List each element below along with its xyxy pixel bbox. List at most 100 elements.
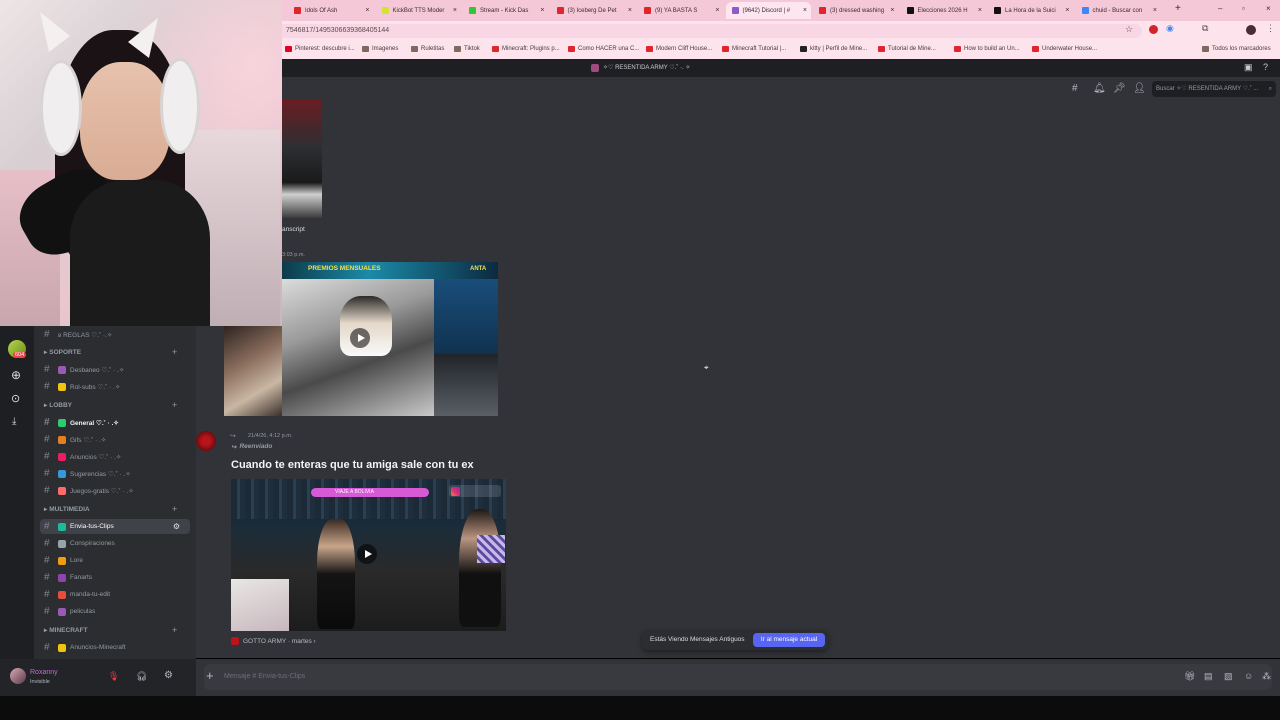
opera-icon[interactable] bbox=[1149, 25, 1158, 34]
bookmark-item[interactable]: kitty | Perfil de Mine... bbox=[800, 46, 867, 52]
inbox-icon[interactable]: ▣ bbox=[1244, 62, 1253, 73]
bookmark-item[interactable]: Minecraft: Plugins p... bbox=[492, 46, 560, 52]
browser-tab[interactable]: La Hora de la Suici × bbox=[988, 2, 1074, 19]
channel-item[interactable]: # Lore bbox=[40, 553, 190, 568]
channel-category[interactable]: ▸ LOBBY + bbox=[44, 400, 177, 410]
thumbnail-image[interactable] bbox=[224, 326, 282, 416]
channel-item[interactable]: # peliculas bbox=[40, 604, 190, 619]
channel-settings-icon[interactable]: ⚙ bbox=[173, 522, 180, 531]
minimize-icon[interactable]: – bbox=[1218, 4, 1222, 13]
channel-item[interactable]: # Rol-subs ♡.˚ · .✧ bbox=[40, 379, 190, 394]
bookmark-item[interactable]: Pinterest: descubre i... bbox=[285, 46, 355, 52]
close-tab-icon[interactable]: × bbox=[540, 7, 544, 14]
message-input[interactable]: + Mensaje # Envia-tus-Clips 🎁︎ ▤ ▧ ☺ ⁂ bbox=[204, 664, 1272, 690]
pin-icon[interactable]: 📌︎ bbox=[1113, 83, 1126, 94]
channel-item[interactable]: # Envia-tus-Clips ⚙ bbox=[40, 519, 190, 534]
close-tab-icon[interactable]: × bbox=[1065, 7, 1069, 14]
channel-item[interactable]: # Anuncios ♡.˚ · .✧ bbox=[40, 449, 190, 464]
channel-item[interactable]: # Gifs ♡.˚ · .✧ bbox=[40, 432, 190, 447]
channel-category[interactable]: ▸ MULTIMEDIA + bbox=[44, 504, 177, 514]
browser-tab[interactable]: Stream - Kick Das × bbox=[463, 2, 549, 19]
avatar[interactable] bbox=[196, 431, 216, 451]
bookmark-item[interactable]: Imagenes bbox=[362, 46, 398, 52]
maximize-icon[interactable]: ▫ bbox=[1242, 4, 1245, 13]
channel-item[interactable]: # manda-tu-edit bbox=[40, 587, 190, 602]
add-channel-icon[interactable]: + bbox=[172, 400, 177, 410]
search-input[interactable]: Buscar ✧♡ RESENTIDA ARMY ♡.˚ ... ⌕ bbox=[1152, 81, 1276, 97]
gift-icon[interactable]: 🎁︎ bbox=[1184, 671, 1195, 682]
download-icon[interactable]: ⤓ bbox=[12, 416, 16, 427]
close-tab-icon[interactable]: × bbox=[803, 7, 807, 14]
headphones-icon[interactable]: 🎧︎ bbox=[136, 671, 147, 682]
add-server-icon[interactable]: ⊕ bbox=[11, 368, 21, 382]
bookmark-item[interactable]: How to build an Un... bbox=[954, 46, 1020, 52]
bookmark-item[interactable]: Modern Cliff House... bbox=[646, 46, 712, 52]
channel-item[interactable]: # ʚ REGLAS ♡.˚ ·.✧ bbox=[40, 327, 190, 342]
mic-muted-icon[interactable]: 🎙︎ bbox=[108, 671, 119, 682]
close-tab-icon[interactable]: × bbox=[453, 7, 457, 14]
browser-tab[interactable]: (9) YA BASTA S × bbox=[638, 2, 724, 19]
channel-item[interactable]: # Fanarts bbox=[40, 570, 190, 585]
channel-item[interactable]: # Anuncios-Minecraft bbox=[40, 640, 190, 655]
browser-tab[interactable]: Idols Of Ash × bbox=[288, 2, 374, 19]
partial-image[interactable] bbox=[282, 100, 322, 218]
forward-source[interactable]: GOTTO ARMY · martes › bbox=[243, 638, 316, 645]
gif-icon[interactable]: ▤ bbox=[1204, 671, 1213, 682]
channel-item[interactable]: # General ♡.˚ · .✧ bbox=[40, 415, 190, 430]
audio-icon[interactable]: ◉ bbox=[1166, 23, 1174, 34]
browser-tab[interactable]: Elecciones 2026 H × bbox=[901, 2, 987, 19]
add-channel-icon[interactable]: + bbox=[172, 347, 177, 357]
extensions-icon[interactable]: ⧉ bbox=[1202, 23, 1208, 34]
video-embed[interactable]: PREMIOS MENSUALES ANTA bbox=[282, 262, 498, 416]
add-attachment-icon[interactable]: + bbox=[206, 668, 214, 683]
bookmark-item[interactable]: Minecraft Tutorial |... bbox=[722, 46, 786, 52]
close-window-icon[interactable]: × bbox=[1266, 4, 1271, 13]
video-embed-2[interactable]: VIAJE A BOLIVIA bbox=[231, 479, 506, 631]
close-tab-icon[interactable]: × bbox=[1153, 7, 1157, 14]
browser-tab[interactable]: (3) dressed washing × bbox=[813, 2, 899, 19]
close-tab-icon[interactable]: × bbox=[715, 7, 719, 14]
browser-tab[interactable]: (9642) Discord | # × bbox=[725, 2, 811, 19]
apps-icon[interactable]: ⁂ bbox=[1262, 671, 1271, 682]
bookmark-item[interactable]: Underwater House... bbox=[1032, 46, 1097, 52]
bookmark-item[interactable]: Ruletitas bbox=[411, 46, 444, 52]
close-tab-icon[interactable]: × bbox=[365, 7, 369, 14]
browser-tab[interactable]: chuid - Buscar con × bbox=[1076, 2, 1162, 19]
bookmark-icon bbox=[362, 46, 369, 52]
menu-icon[interactable]: ⋮ bbox=[1266, 23, 1275, 34]
browser-tab[interactable]: (3) Iceberg De Pet × bbox=[551, 2, 637, 19]
close-tab-icon[interactable]: × bbox=[628, 7, 632, 14]
play-icon-2[interactable] bbox=[357, 544, 377, 564]
close-tab-icon[interactable]: × bbox=[890, 7, 894, 14]
channel-item[interactable]: # Sugerencias ♡.˚ · .✧ bbox=[40, 466, 190, 481]
add-channel-icon[interactable]: + bbox=[172, 504, 177, 514]
play-icon[interactable] bbox=[350, 328, 370, 348]
channel-item[interactable]: # Conspiraciones bbox=[40, 536, 190, 551]
channel-category[interactable]: ▸ MINECRAFT + bbox=[44, 625, 177, 635]
help-icon[interactable]: ? bbox=[1263, 62, 1268, 72]
profile-avatar[interactable] bbox=[1246, 25, 1256, 35]
user-avatar[interactable] bbox=[10, 668, 26, 684]
bookmark-item[interactable]: Tiktok bbox=[454, 46, 480, 52]
close-tab-icon[interactable]: × bbox=[978, 7, 982, 14]
members-icon[interactable]: 👤︎ bbox=[1133, 83, 1146, 94]
bell-icon[interactable]: 🔔︎ bbox=[1093, 83, 1106, 94]
channel-item[interactable]: # Desbaneo ♡.˚ · .✧ bbox=[40, 362, 190, 377]
bookmark-item[interactable]: Todos los marcadores bbox=[1202, 46, 1271, 52]
discover-icon[interactable]: ⊙ bbox=[11, 392, 20, 405]
bookmark-item[interactable]: Tutorial de Mine... bbox=[878, 46, 936, 52]
channel-category[interactable]: ▸ SOPORTE + bbox=[44, 347, 177, 357]
settings-gear-icon[interactable]: ⚙ bbox=[164, 670, 173, 681]
url-field[interactable]: 7546817/1495306639368405144 bbox=[282, 24, 1142, 38]
star-icon[interactable]: ☆ bbox=[1125, 24, 1133, 35]
threads-icon[interactable]: # bbox=[1072, 83, 1078, 94]
browser-tab[interactable]: KickBot TTS Moder × bbox=[376, 2, 462, 19]
emoji-icon[interactable]: ☺ bbox=[1244, 671, 1253, 681]
channel-item[interactable]: # Juegos-gratis ♡.˚ · .✧ bbox=[40, 483, 190, 498]
new-tab-icon[interactable]: + bbox=[1175, 3, 1181, 14]
add-channel-icon[interactable]: + bbox=[172, 625, 177, 635]
username[interactable]: Roxanny bbox=[30, 669, 58, 676]
jump-to-present-button[interactable]: Ir al mensaje actual bbox=[753, 633, 825, 647]
bookmark-item[interactable]: Como HACER una C... bbox=[568, 46, 639, 52]
sticker-icon[interactable]: ▧ bbox=[1224, 671, 1233, 682]
